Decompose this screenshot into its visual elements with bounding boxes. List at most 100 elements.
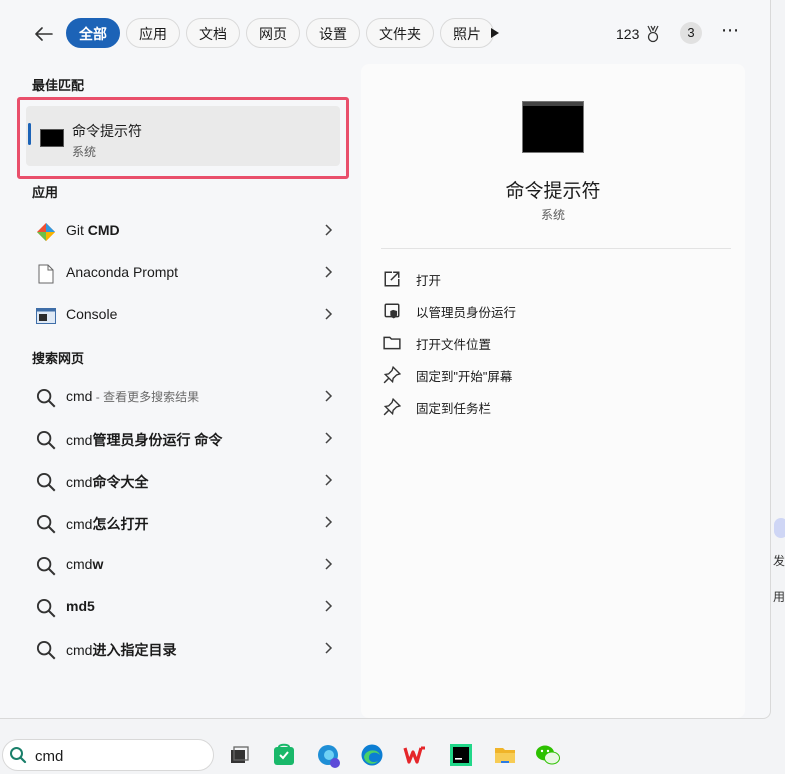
search-icon [36, 598, 56, 618]
best-match-highlight: 命令提示符 系统 [17, 97, 349, 179]
back-button[interactable] [30, 20, 58, 48]
app-item-git-cmd[interactable]: Git CMD [27, 211, 345, 251]
web-result-item[interactable]: md5 [27, 587, 345, 627]
filter-tabs: 全部 应用 文档 网页 设置 文件夹 照片 [66, 18, 494, 48]
web-result-item[interactable]: cmd怎么打开 [27, 503, 345, 543]
filter-bar: 全部 应用 文档 网页 设置 文件夹 照片 123 3 ⋯ [0, 0, 770, 64]
avatar [774, 518, 785, 538]
app-item-console[interactable]: Console [27, 295, 345, 335]
web-result-label: cmdw [66, 556, 104, 572]
more-options-button[interactable]: ⋯ [721, 20, 740, 41]
web-result-item[interactable]: cmd管理员身份运行 命令 [27, 419, 345, 459]
task-view-icon[interactable] [227, 743, 251, 767]
best-match-item[interactable]: 命令提示符 系统 [26, 106, 340, 166]
chevron-right-icon [325, 308, 333, 320]
chevron-right-icon [325, 474, 333, 486]
chevron-right-icon [325, 558, 333, 570]
action-pin-to-taskbar[interactable]: 固定到任务栏 [383, 392, 723, 420]
web-result-label: md5 [66, 598, 95, 614]
web-result-label: cmd怎么打开 [66, 516, 149, 532]
open-external-icon [384, 271, 400, 287]
tab-apps[interactable]: 应用 [126, 18, 180, 48]
shield-icon [384, 303, 400, 319]
pin-icon [383, 366, 401, 384]
background-window-edge: 发 用 [772, 500, 785, 630]
web-result-label: cmd进入指定目录 [66, 642, 177, 658]
action-label: 打开 [416, 274, 442, 288]
search-icon [10, 747, 27, 764]
search-icon [36, 556, 56, 576]
web-result-item[interactable]: cmdw [27, 545, 345, 585]
folder-icon [383, 336, 401, 350]
action-label: 固定到"开始"屏幕 [416, 370, 513, 384]
search-icon [36, 514, 56, 534]
back-arrow-icon [35, 27, 53, 41]
app-item-anaconda-prompt[interactable]: Anaconda Prompt [27, 253, 345, 293]
command-prompt-large-icon [522, 101, 584, 153]
search-input[interactable] [33, 745, 207, 767]
detail-divider [381, 248, 731, 249]
search-icon [36, 430, 56, 450]
section-web-search: 搜索网页 [32, 351, 85, 366]
edge-ai-browser-icon[interactable] [316, 743, 340, 768]
chevron-right-icon [325, 642, 333, 654]
tab-settings[interactable]: 设置 [306, 18, 360, 48]
pycharm-icon[interactable] [449, 743, 473, 767]
console-icon [36, 306, 56, 326]
notification-badge[interactable]: 3 [680, 22, 702, 44]
edge-browser-icon[interactable] [360, 743, 384, 767]
action-label: 固定到任务栏 [416, 402, 492, 416]
file-icon [36, 264, 56, 284]
taskbar [0, 733, 785, 773]
chevron-right-icon [325, 600, 333, 612]
best-match-title: 命令提示符 [72, 123, 142, 139]
web-result-item[interactable]: cmd命令大全 [27, 461, 345, 501]
tab-all[interactable]: 全部 [66, 18, 120, 48]
tab-documents[interactable]: 文档 [186, 18, 240, 48]
chevron-right-icon [325, 432, 333, 444]
edge-text: 发 [773, 554, 785, 568]
store-app-icon[interactable] [272, 743, 296, 767]
action-run-as-admin[interactable]: 以管理员身份运行 [383, 296, 723, 324]
wechat-icon[interactable] [535, 743, 560, 767]
chevron-right-icon [325, 516, 333, 528]
search-icon [36, 388, 56, 408]
taskbar-search-box[interactable] [2, 739, 214, 771]
web-result-item[interactable]: cmd进入指定目录 [27, 629, 345, 669]
command-prompt-icon [40, 129, 64, 147]
play-icon [491, 28, 499, 38]
tab-web[interactable]: 网页 [246, 18, 300, 48]
detail-title: 命令提示符 [505, 181, 601, 202]
best-match-subtitle: 系统 [72, 145, 97, 159]
search-icon [36, 472, 56, 492]
more-tabs-button[interactable] [490, 26, 500, 44]
web-result-label: cmd - 查看更多搜索结果 [66, 388, 200, 404]
chevron-right-icon [325, 224, 333, 236]
app-label: Anaconda Prompt [66, 264, 179, 280]
action-label: 打开文件位置 [416, 338, 492, 352]
chevron-right-icon [325, 390, 333, 402]
app-label: Console [66, 306, 118, 322]
pin-icon [383, 398, 401, 416]
points-value: 123 [616, 26, 640, 42]
web-result-label: cmd命令大全 [66, 474, 149, 490]
edge-text: 用 [773, 590, 785, 604]
web-result-item[interactable]: cmd - 查看更多搜索结果 [27, 377, 345, 417]
web-result-label: cmd管理员身份运行 命令 [66, 432, 223, 448]
tab-folders[interactable]: 文件夹 [366, 18, 434, 48]
medal-icon [647, 25, 659, 43]
action-open-file-location[interactable]: 打开文件位置 [383, 328, 723, 356]
search-icon [36, 640, 56, 660]
app-label: Git CMD [66, 222, 120, 238]
action-open[interactable]: 打开 [383, 264, 723, 292]
section-apps: 应用 [32, 185, 59, 200]
action-label: 以管理员身份运行 [416, 306, 517, 320]
start-search-panel: 全部 应用 文档 网页 设置 文件夹 照片 123 3 ⋯ 最佳匹配 命令提示符… [0, 0, 771, 719]
chevron-right-icon [325, 266, 333, 278]
file-explorer-icon[interactable] [493, 743, 517, 767]
rewards-points[interactable]: 123 [616, 25, 661, 43]
tab-photos[interactable]: 照片 [440, 18, 494, 48]
action-pin-to-start[interactable]: 固定到"开始"屏幕 [383, 360, 723, 388]
wps-office-icon[interactable] [403, 743, 427, 767]
selection-indicator [28, 123, 31, 145]
